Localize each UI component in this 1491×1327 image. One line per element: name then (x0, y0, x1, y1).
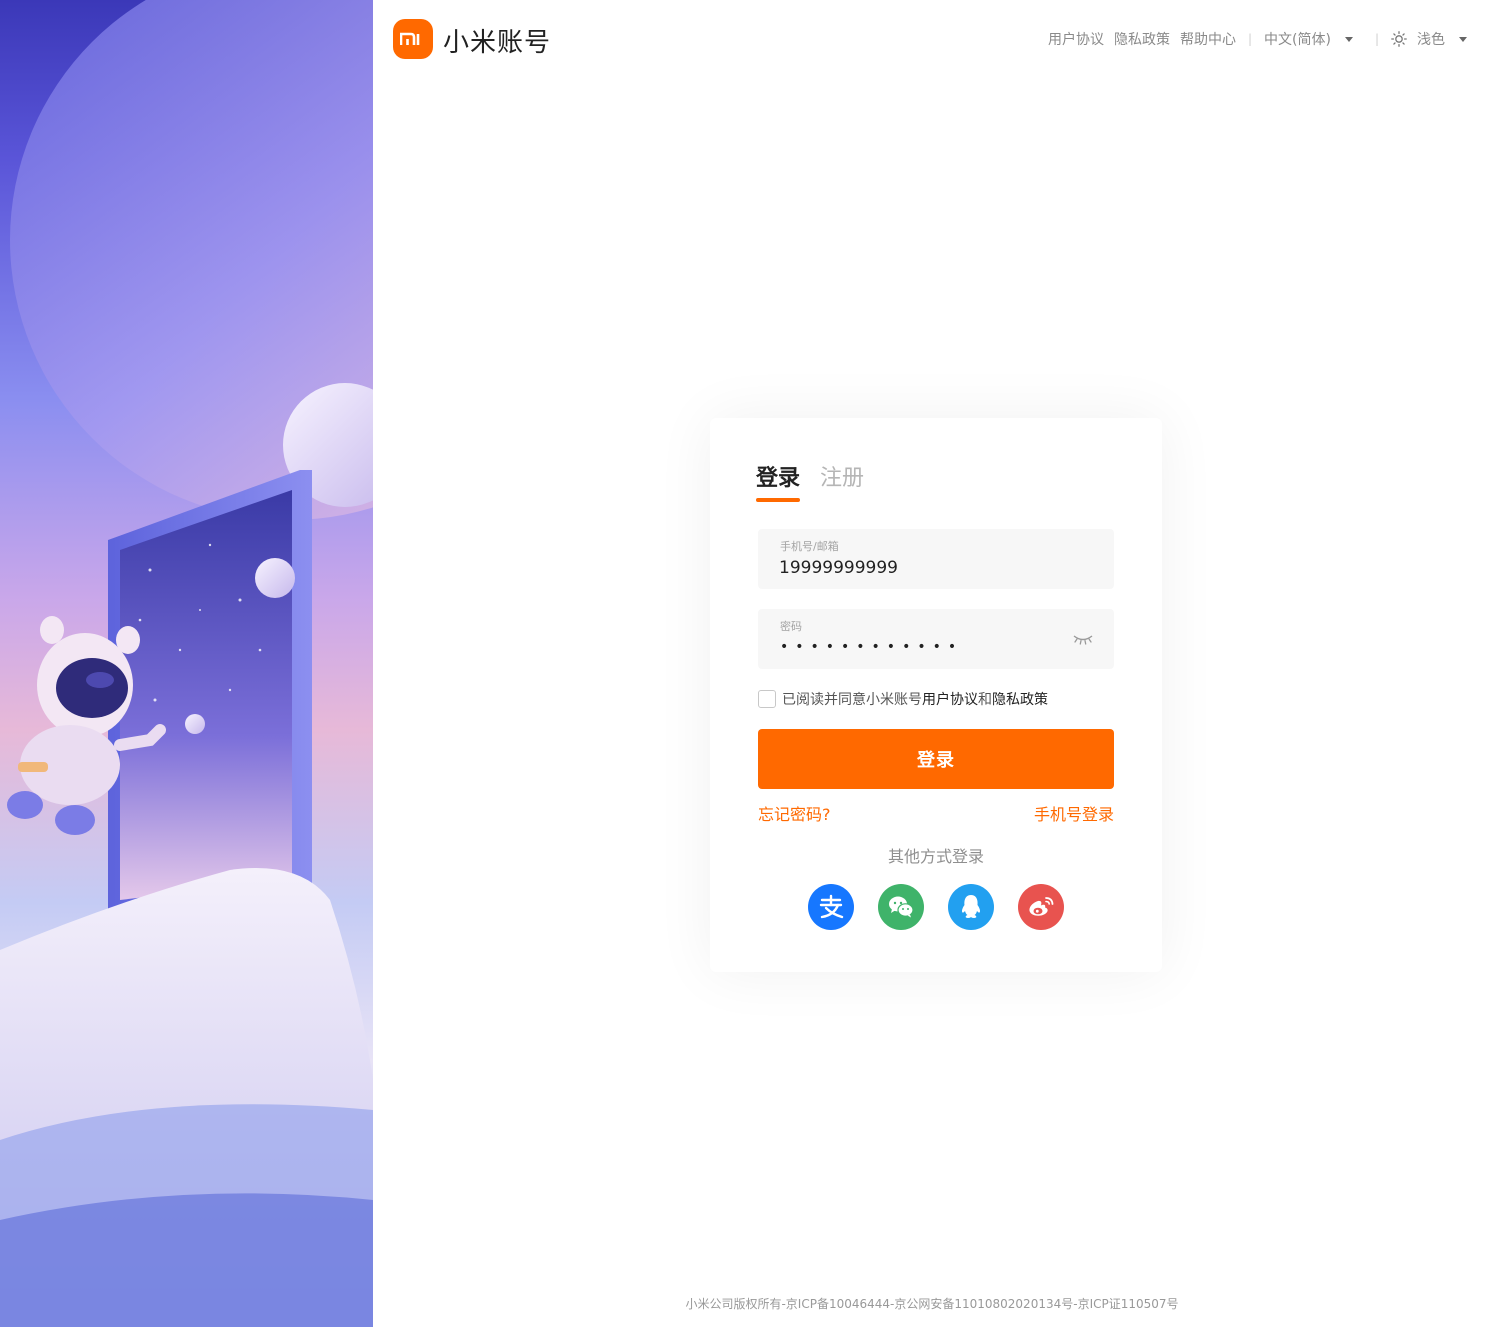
chevron-down-icon (1459, 36, 1467, 42)
wechat-glyph (889, 896, 914, 918)
nav-divider: | (1247, 32, 1253, 46)
agreement-privacy-policy-link[interactable]: 隐私政策 (992, 689, 1048, 709)
theme-select[interactable]: 浅色 (1391, 29, 1467, 49)
wechat-icon[interactable] (878, 884, 924, 930)
forgot-password-link[interactable]: 忘记密码? (758, 801, 831, 825)
account-input[interactable]: 19999999999 (779, 558, 898, 578)
nav-divider: | (1374, 32, 1379, 46)
phone-login-link[interactable]: 手机号登录 (1034, 801, 1114, 825)
tab-login[interactable]: 登录 (756, 460, 801, 502)
mi-logo-mark (400, 32, 420, 45)
top-header: 小米账号 用户协议 隐私政策 帮助中心 | 中文(简体) | 浅色 (373, 0, 1491, 80)
alipay-glyph (819, 894, 844, 919)
theme-label: 浅色 (1417, 32, 1445, 48)
login-links: 忘记密码? 手机号登录 (758, 801, 1114, 825)
mi-logo-icon[interactable] (393, 19, 433, 59)
qq-glyph (961, 895, 981, 918)
agreement-row: 已阅读并同意小米账号 用户协议 和 隐私政策 (758, 689, 1048, 709)
agreement-and: 和 (978, 692, 992, 708)
tab-register[interactable]: 注册 (820, 460, 864, 502)
auth-tabs: 登录 注册 (756, 460, 884, 502)
agreement-checkbox[interactable] (758, 690, 776, 708)
eye-closed-icon[interactable] (1072, 632, 1094, 646)
footer-copyright: 小米公司版权所有-京ICP备10046444-京公网安备110108020201… (685, 1297, 1179, 1311)
login-illustration (0, 0, 373, 1327)
qq-icon[interactable] (948, 884, 994, 930)
account-field-label: 手机号/邮箱 (780, 540, 839, 553)
weibo-icon[interactable] (1018, 884, 1064, 930)
account-field[interactable]: 手机号/邮箱 19999999999 (758, 529, 1114, 589)
astronaut-space-illustration (0, 0, 373, 1327)
social-login-buttons (808, 884, 1088, 930)
password-input[interactable]: •••••••••••• (780, 639, 963, 655)
login-card: 登录 注册 手机号/邮箱 19999999999 密码 ••••••••••••… (710, 418, 1162, 972)
other-login-methods-label: 其他方式登录 (887, 847, 984, 866)
help-center-link[interactable]: 帮助中心 (1180, 29, 1236, 49)
agreement-user-agreement-link[interactable]: 用户协议 (922, 689, 978, 709)
language-label: 中文(简体) (1264, 32, 1331, 48)
brand-title: 小米账号 (443, 28, 552, 58)
weibo-glyph (1029, 897, 1054, 916)
privacy-policy-link[interactable]: 隐私政策 (1114, 29, 1170, 49)
user-agreement-link[interactable]: 用户协议 (1048, 29, 1104, 49)
password-field-label: 密码 (780, 620, 802, 633)
top-nav: 用户协议 隐私政策 帮助中心 | 中文(简体) | 浅色 (1038, 29, 1467, 49)
chevron-down-icon (1344, 36, 1353, 42)
language-select[interactable]: 中文(简体) (1264, 29, 1353, 49)
password-field[interactable]: 密码 •••••••••••• (758, 609, 1114, 669)
login-button[interactable]: 登录 (758, 729, 1114, 789)
sun-icon (1391, 31, 1407, 47)
agreement-prefix: 已阅读并同意小米账号 (782, 692, 922, 708)
alipay-icon[interactable] (808, 884, 854, 930)
